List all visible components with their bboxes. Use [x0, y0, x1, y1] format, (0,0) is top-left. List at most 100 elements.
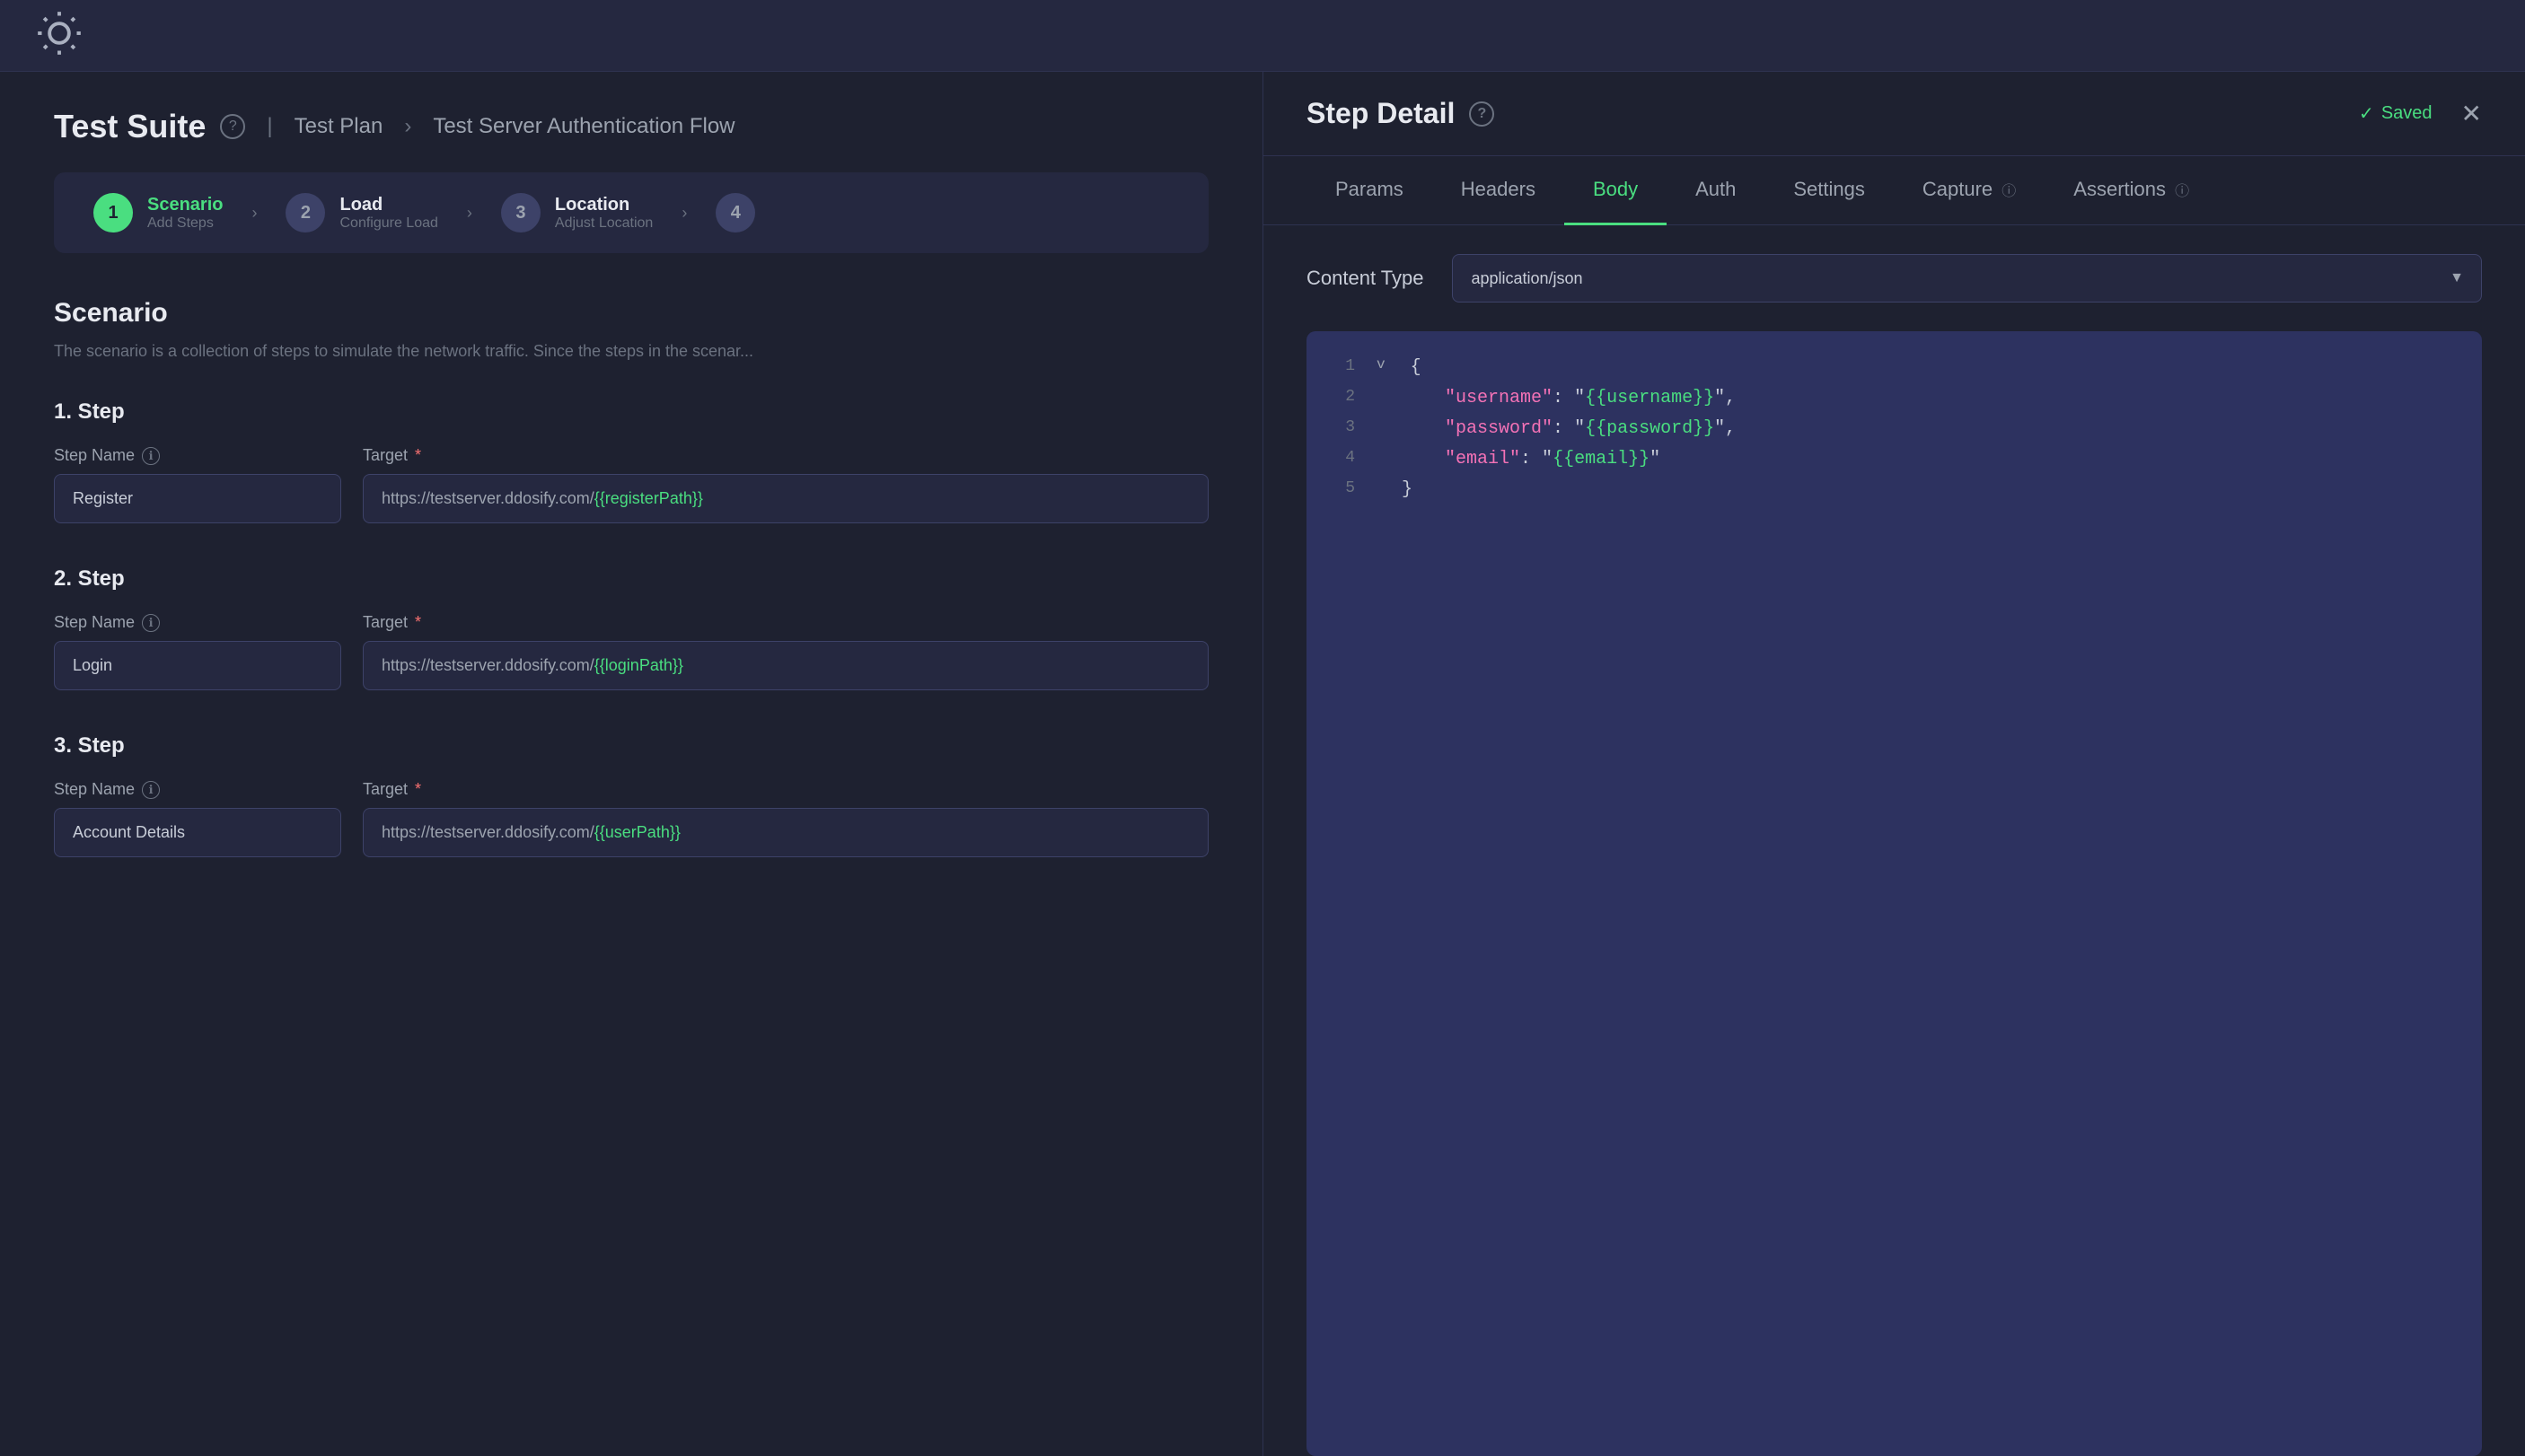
step2-target-label: Target*	[363, 613, 1209, 632]
right-panel: Step Detail ? ✓ Saved ✕ Params Headers B…	[1262, 72, 2525, 1456]
left-panel: Test Suite ? | Test Plan › Test Server A…	[0, 72, 1262, 1456]
main-layout: Test Suite ? | Test Plan › Test Server A…	[0, 72, 2525, 1456]
title-help-icon[interactable]: ?	[220, 114, 245, 139]
line-content-5: }	[1402, 475, 1412, 505]
step2-target-group: Target* https://testserver.ddosify.com/{…	[363, 613, 1209, 690]
line-num-4: 4	[1328, 444, 1355, 475]
line-content-2: "username": "{{username}}",	[1402, 383, 1736, 414]
tab-body[interactable]: Body	[1564, 156, 1667, 225]
step2-name-group: Step Name ℹ	[54, 613, 341, 690]
tab-headers[interactable]: Headers	[1432, 156, 1564, 225]
content-type-select-wrapper: application/json text/plain application/…	[1452, 254, 2482, 303]
step3-target-template: {{userPath}}	[594, 823, 681, 842]
step-sub-1: Add Steps	[147, 215, 223, 232]
app-title: Test Suite	[54, 108, 206, 145]
step-nav-2[interactable]: 2 Load Configure Load	[264, 193, 459, 232]
line-num-3: 3	[1328, 414, 1355, 444]
detail-actions: ✓ Saved ✕	[2359, 99, 2482, 128]
content-type-label: Content Type	[1306, 267, 1423, 290]
step-info-1: Scenario Add Steps	[147, 195, 223, 232]
step-nav-4[interactable]: 4	[694, 193, 777, 232]
step1-target-base: https://testserver.ddosify.com/	[382, 489, 594, 508]
detail-title: Step Detail ?	[1306, 97, 1494, 130]
step-block-1: 1. Step Step Name ℹ Target*	[54, 399, 1209, 523]
step-fields-3: Step Name ℹ Target* https://testserver.d…	[54, 780, 1209, 857]
close-button[interactable]: ✕	[2461, 99, 2482, 128]
step-arrow-1: ›	[251, 204, 257, 223]
step3-name-group: Step Name ℹ	[54, 780, 341, 857]
step3-target-base: https://testserver.ddosify.com/	[382, 823, 594, 842]
breadcrumb-arrow: ›	[404, 114, 411, 139]
code-editor[interactable]: 1 v { 2 "username": "{{username}}", 3 "p…	[1306, 331, 2482, 1456]
tab-capture[interactable]: Capture ⓘ	[1894, 156, 2045, 225]
line-num-5: 5	[1328, 475, 1355, 505]
step-arrow-3: ›	[682, 204, 687, 223]
breadcrumb-current: Test Server Authentication Flow	[433, 114, 735, 139]
tab-settings[interactable]: Settings	[1764, 156, 1894, 225]
step-block-title-1: 1. Step	[54, 399, 1209, 425]
line-content-3: "password": "{{password}}",	[1402, 414, 1736, 444]
step-nav-3[interactable]: 3 Location Adjust Location	[479, 193, 674, 232]
step3-target-group: Target* https://testserver.ddosify.com/{…	[363, 780, 1209, 857]
breadcrumb-plan[interactable]: Test Plan	[295, 114, 383, 139]
step2-target-base: https://testserver.ddosify.com/	[382, 656, 594, 675]
step2-target-template: {{loginPath}}	[594, 656, 683, 675]
top-bar	[0, 0, 2525, 72]
code-line-3: 3 "password": "{{password}}",	[1328, 414, 2460, 444]
tab-params[interactable]: Params	[1306, 156, 1432, 225]
content-area: Scenario The scenario is a collection of…	[0, 253, 1262, 945]
step-name-2: Load	[339, 195, 437, 215]
step-sub-2: Configure Load	[339, 215, 437, 232]
content-type-row: Content Type application/json text/plain…	[1263, 225, 2525, 331]
step-arrow-2: ›	[467, 204, 472, 223]
step-fields-1: Step Name ℹ Target* https://testserver.d…	[54, 446, 1209, 523]
tab-auth[interactable]: Auth	[1667, 156, 1764, 225]
step2-target-display[interactable]: https://testserver.ddosify.com/{{loginPa…	[363, 641, 1209, 690]
detail-help-icon[interactable]: ?	[1469, 101, 1494, 127]
code-line-4: 4 "email": "{{email}}"	[1328, 444, 2460, 475]
step1-target-display[interactable]: https://testserver.ddosify.com/{{registe…	[363, 474, 1209, 523]
step1-target-group: Target* https://testserver.ddosify.com/{…	[363, 446, 1209, 523]
tab-assertions[interactable]: Assertions ⓘ	[2045, 156, 2218, 225]
step1-name-input[interactable]	[54, 474, 341, 523]
saved-label: Saved	[2381, 103, 2433, 124]
check-icon: ✓	[2359, 102, 2374, 125]
line-num-1: 1	[1328, 353, 1355, 383]
step3-name-info-icon[interactable]: ℹ	[142, 781, 160, 799]
step-info-3: Location Adjust Location	[555, 195, 653, 232]
steps-nav: 1 Scenario Add Steps › 2 Load Configure …	[54, 172, 1209, 253]
step-block-2: 2. Step Step Name ℹ Target*	[54, 566, 1209, 690]
step1-name-info-icon[interactable]: ℹ	[142, 447, 160, 465]
step-fields-2: Step Name ℹ Target* https://testserver.d…	[54, 613, 1209, 690]
step3-name-input[interactable]	[54, 808, 341, 857]
assertions-info-icon: ⓘ	[2175, 184, 2189, 199]
step3-name-label: Step Name ℹ	[54, 780, 341, 799]
step1-target-label: Target*	[363, 446, 1209, 465]
step-name-1: Scenario	[147, 195, 223, 215]
tabs-bar: Params Headers Body Auth Settings Captur…	[1263, 156, 2525, 225]
step-nav-1[interactable]: 1 Scenario Add Steps	[72, 193, 244, 232]
step1-name-group: Step Name ℹ	[54, 446, 341, 523]
line-content-4: "email": "{{email}}"	[1402, 444, 1660, 475]
step2-name-label: Step Name ℹ	[54, 613, 341, 632]
step2-name-info-icon[interactable]: ℹ	[142, 614, 160, 632]
step-num-3: 3	[501, 193, 541, 232]
content-type-select[interactable]: application/json text/plain application/…	[1452, 254, 2482, 303]
step-num-4: 4	[716, 193, 755, 232]
step-num-2: 2	[286, 193, 325, 232]
capture-info-icon: ⓘ	[2002, 184, 2016, 199]
step2-name-input[interactable]	[54, 641, 341, 690]
code-line-2: 2 "username": "{{username}}",	[1328, 383, 2460, 414]
step1-name-label: Step Name ℹ	[54, 446, 341, 465]
detail-header: Step Detail ? ✓ Saved ✕	[1263, 72, 2525, 156]
line-content-1: {	[1411, 353, 1421, 383]
step-sub-3: Adjust Location	[555, 215, 653, 232]
scenario-title: Scenario	[54, 298, 1209, 329]
step-info-2: Load Configure Load	[339, 195, 437, 232]
step1-target-template: {{registerPath}}	[594, 489, 703, 508]
code-line-5: 5 }	[1328, 475, 2460, 505]
step3-target-label: Target*	[363, 780, 1209, 799]
step3-target-display[interactable]: https://testserver.ddosify.com/{{userPat…	[363, 808, 1209, 857]
sun-icon	[36, 10, 83, 61]
breadcrumb: Test Suite ? | Test Plan › Test Server A…	[0, 72, 1262, 172]
